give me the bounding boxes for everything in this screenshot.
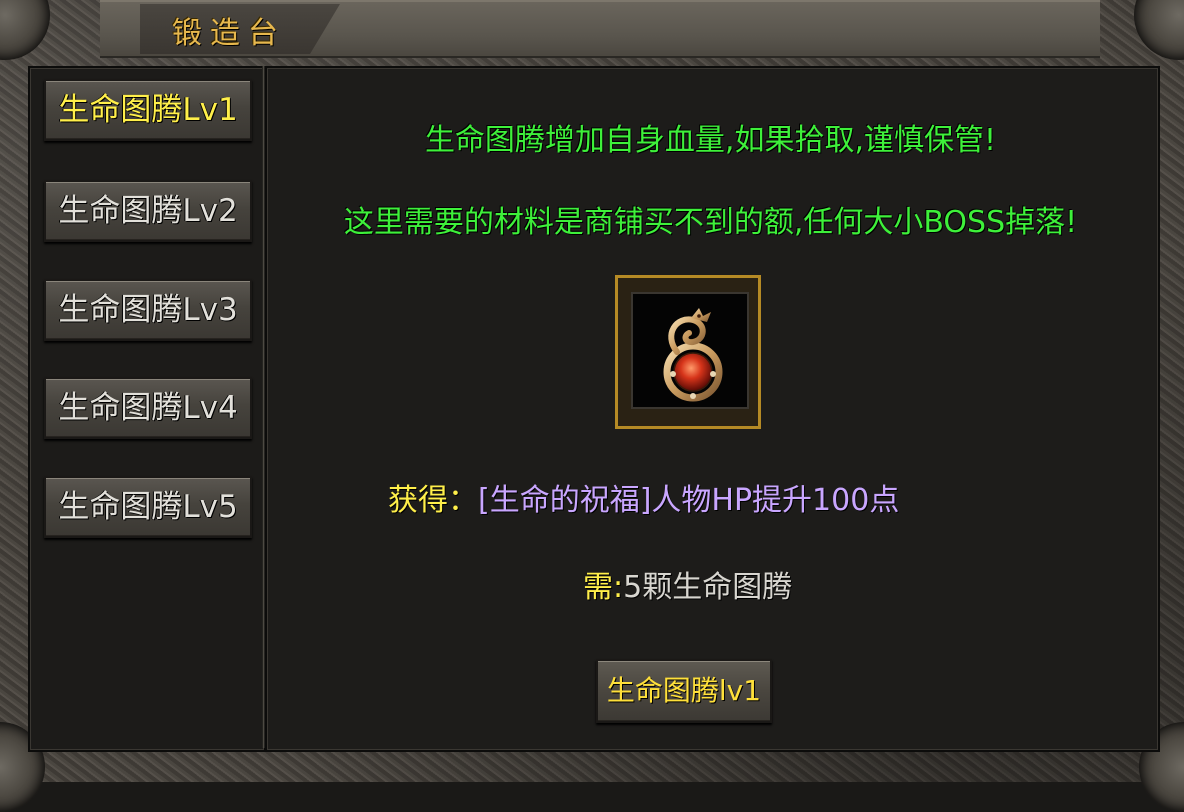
- tab-totem-lv1[interactable]: 生命图腾Lv1: [44, 79, 252, 141]
- reward-label: 获得：: [388, 483, 478, 518]
- reward-line: 获得：[生命的祝福]人物HP提升100点: [388, 475, 899, 519]
- dragon-ruby-amulet-icon: [663, 308, 723, 402]
- reward-value: [生命的祝福]人物HP提升100点: [478, 483, 900, 518]
- tab-totem-lv3[interactable]: 生命图腾Lv3: [44, 279, 252, 341]
- tab-totem-lv2[interactable]: 生命图腾Lv2: [44, 180, 252, 242]
- requirement-label: 需:: [583, 570, 624, 605]
- requirement-line: 需:5颗生命图腾: [583, 562, 792, 606]
- window-title: 锻造台: [172, 16, 286, 51]
- description-line-2: 这里需要的材料是商铺买不到的额,任何大小BOSS掉落!: [343, 205, 1078, 240]
- forge-button[interactable]: 生命图腾lv1: [596, 659, 772, 723]
- requirement-value: 5颗生命图腾: [623, 570, 793, 605]
- item-slot-inner: [631, 292, 749, 409]
- tab-totem-lv4[interactable]: 生命图腾Lv4: [44, 377, 252, 439]
- description-line-1: 生命图腾增加自身血量,如果拾取,谨慎保管!: [424, 123, 997, 158]
- tab-totem-lv5[interactable]: 生命图腾Lv5: [44, 476, 252, 538]
